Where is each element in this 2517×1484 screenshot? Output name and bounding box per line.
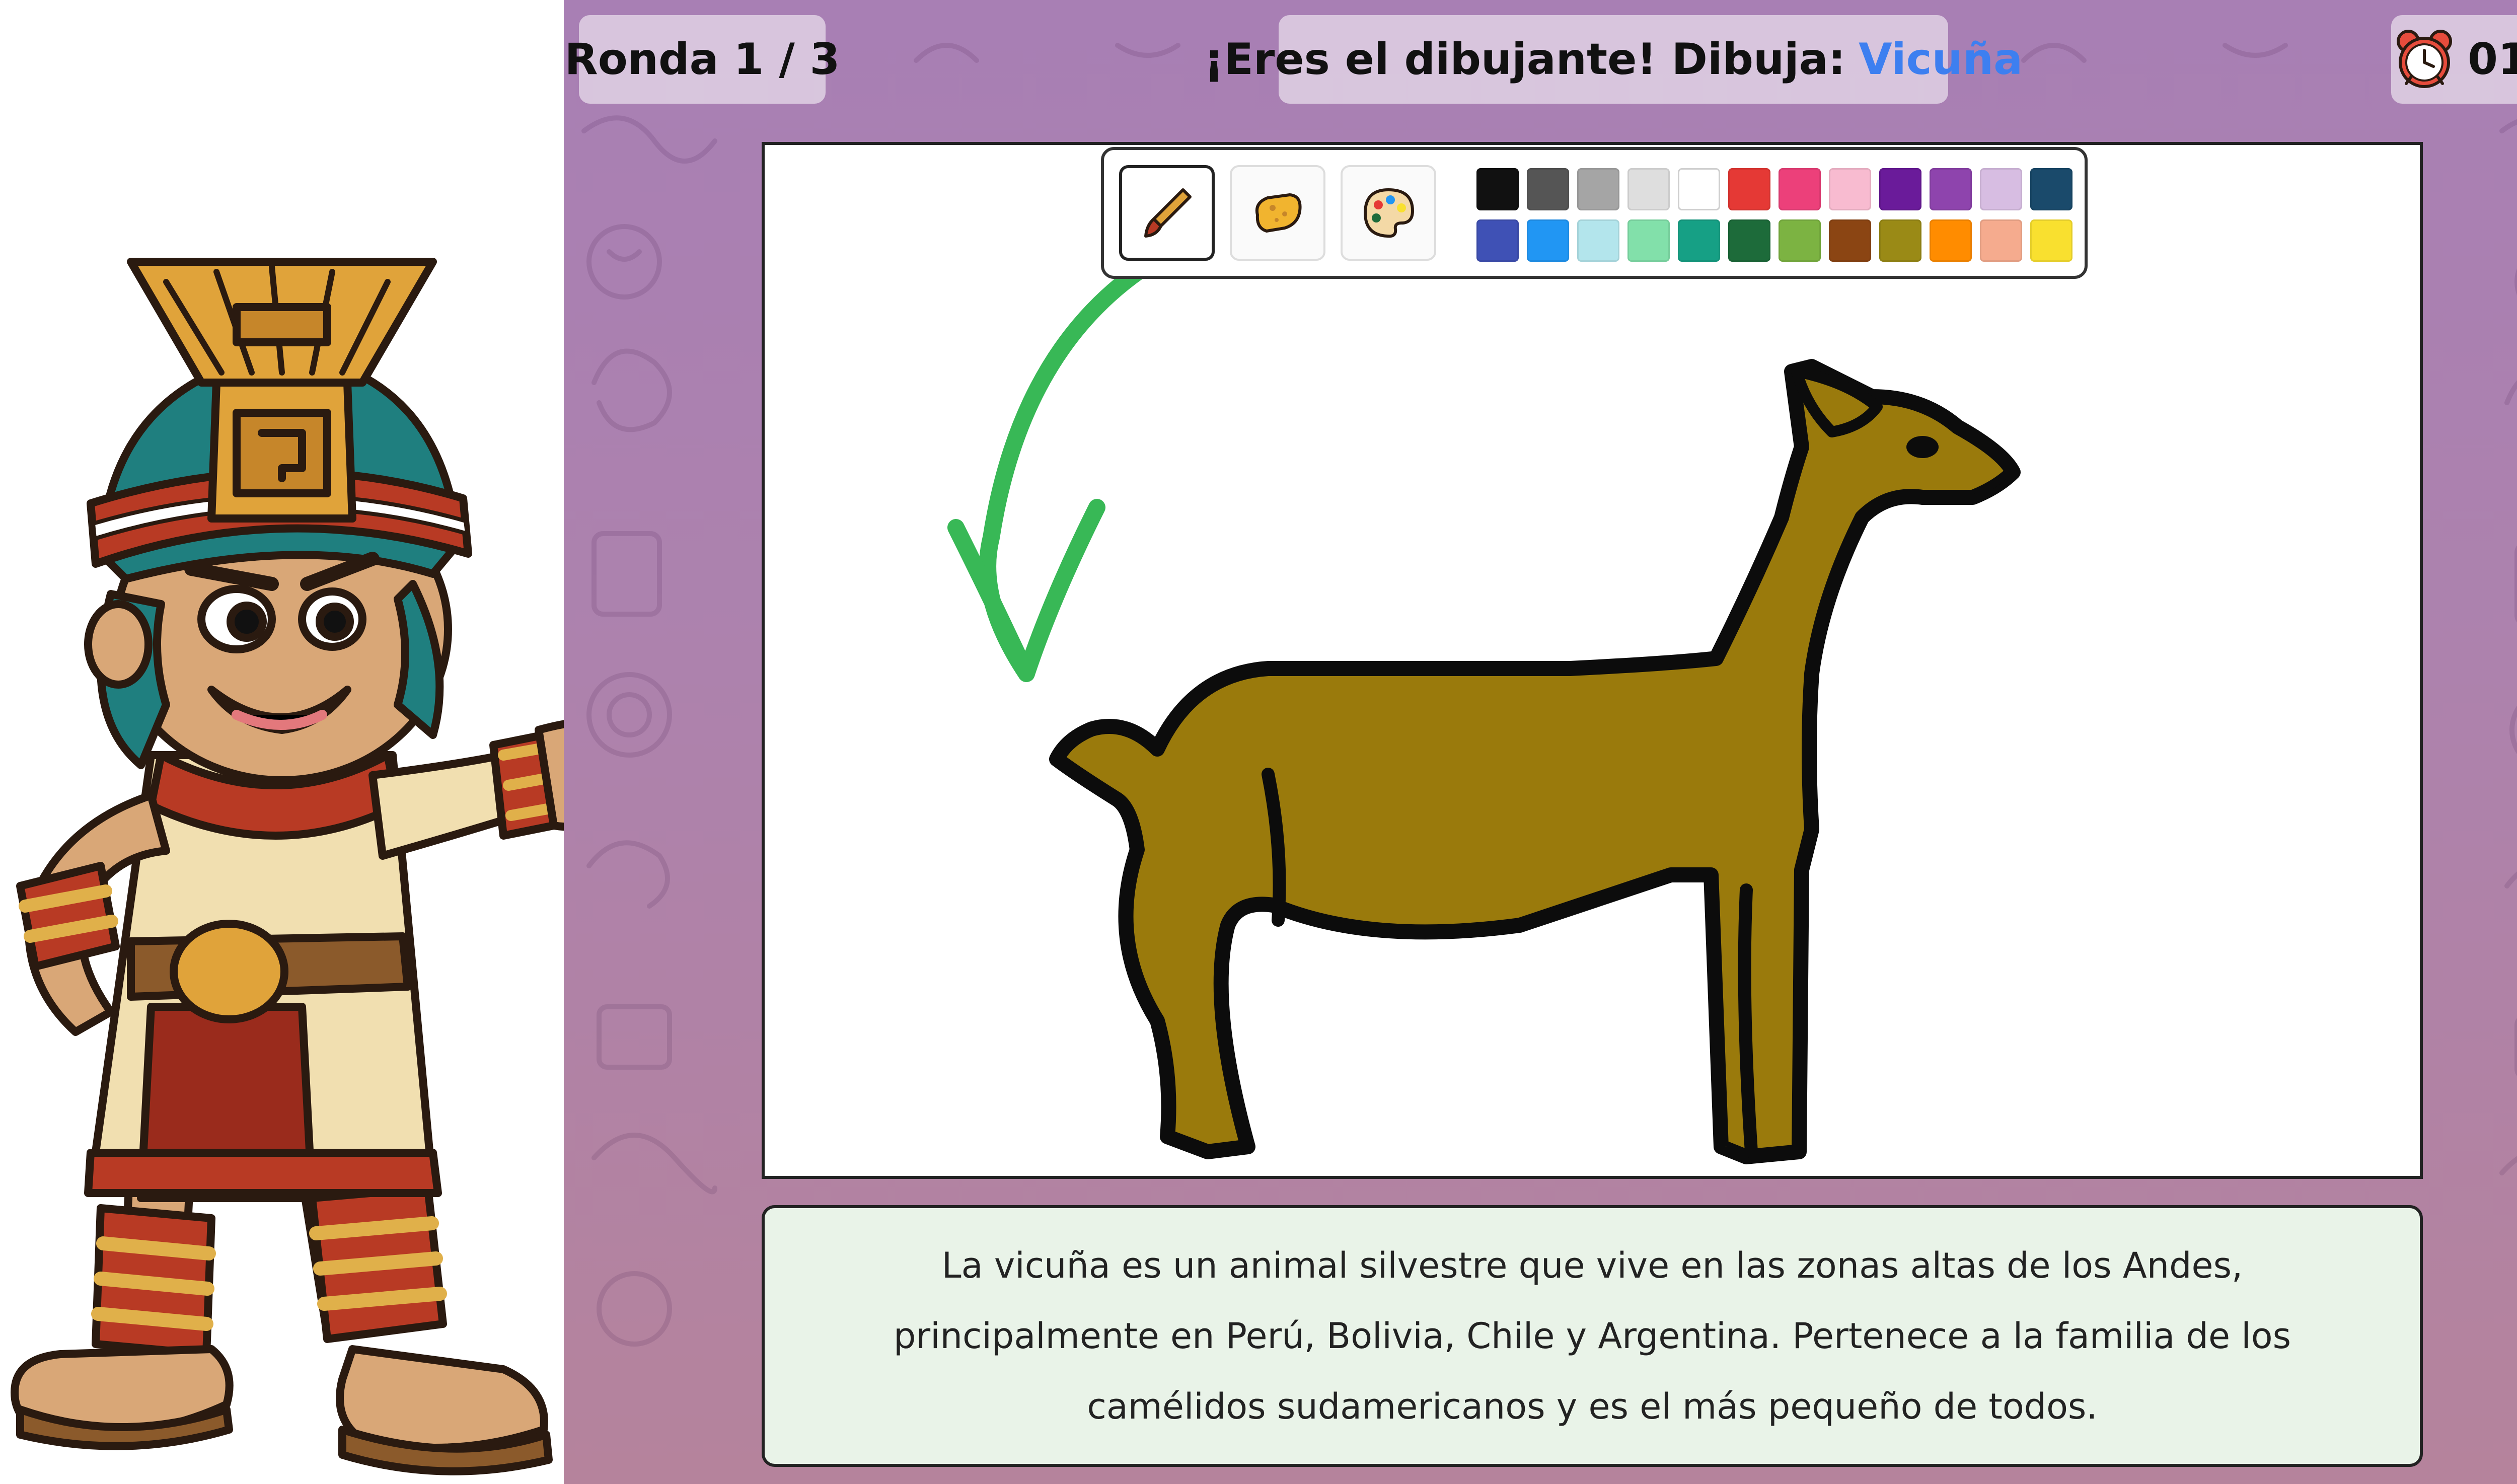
color-swatch-2[interactable] [1527, 168, 1569, 210]
color-swatch-15[interactable] [1577, 219, 1619, 262]
round-counter: Ronda 1 / 3 [564, 15, 840, 104]
hint-arrowhead [947, 499, 1105, 682]
color-swatch-6[interactable] [1728, 168, 1770, 210]
color-swatch-9[interactable] [1879, 168, 1921, 210]
mascot-panel [0, 0, 564, 1484]
prompt-label: ¡Eres el dibujante! Dibuja: [1204, 34, 1846, 85]
color-swatch-18[interactable] [1728, 219, 1770, 262]
color-swatch-12[interactable] [2030, 168, 2072, 210]
color-swatch-17[interactable] [1678, 219, 1720, 262]
prompt-word: Vicuña [1859, 34, 2023, 85]
countdown-timer: 01:24 [2391, 15, 2517, 104]
brush-icon [1144, 188, 1192, 238]
color-swatch-24[interactable] [2030, 219, 2072, 262]
color-swatches [1476, 168, 2081, 264]
vicuna-eye [1906, 436, 1939, 458]
color-swatch-1[interactable] [1476, 168, 1519, 210]
drawing-toolbar [1101, 147, 2088, 279]
drawing-canvas[interactable] [762, 142, 2423, 1179]
vicuna-drawing [947, 227, 2021, 1164]
palette-tool-button[interactable] [1341, 165, 1436, 261]
eraser-tool-button[interactable] [1230, 165, 1325, 261]
color-swatch-22[interactable] [1930, 219, 1972, 262]
palette-icon [1364, 188, 1414, 238]
hint-arrow [979, 227, 1211, 682]
inca-warrior-mascot [11, 258, 564, 1475]
color-swatch-4[interactable] [1627, 168, 1670, 210]
color-swatch-10[interactable] [1930, 168, 1972, 210]
color-swatch-5[interactable] [1678, 168, 1720, 210]
alarm-clock-icon [2397, 30, 2453, 88]
vicuna-body [1049, 359, 2021, 1164]
brush-tool-button[interactable] [1119, 165, 1215, 261]
timer-value: 01:24 [2468, 34, 2517, 85]
color-swatch-21[interactable] [1879, 219, 1921, 262]
color-swatch-20[interactable] [1829, 219, 1871, 262]
fact-box: La vicuña es un animal silvestre que viv… [762, 1205, 2423, 1467]
draw-prompt: ¡Eres el dibujante! Dibuja: Vicuña [1204, 15, 2023, 104]
color-swatch-14[interactable] [1527, 219, 1569, 262]
sponge-eraser-icon [1255, 193, 1302, 233]
color-swatch-23[interactable] [1980, 219, 2022, 262]
color-swatch-3[interactable] [1577, 168, 1619, 210]
color-swatch-11[interactable] [1980, 168, 2022, 210]
color-swatch-19[interactable] [1779, 219, 1821, 262]
color-swatch-7[interactable] [1779, 168, 1821, 210]
color-swatch-13[interactable] [1476, 219, 1519, 262]
color-swatch-16[interactable] [1627, 219, 1670, 262]
round-label: Ronda 1 / 3 [564, 34, 840, 85]
color-swatch-8[interactable] [1829, 168, 1871, 210]
fact-text: La vicuña es un animal silvestre que viv… [893, 1245, 2291, 1427]
game-stage: Ronda 1 / 3 ¡Eres el dibujante! Dibuja: … [564, 0, 2517, 1484]
